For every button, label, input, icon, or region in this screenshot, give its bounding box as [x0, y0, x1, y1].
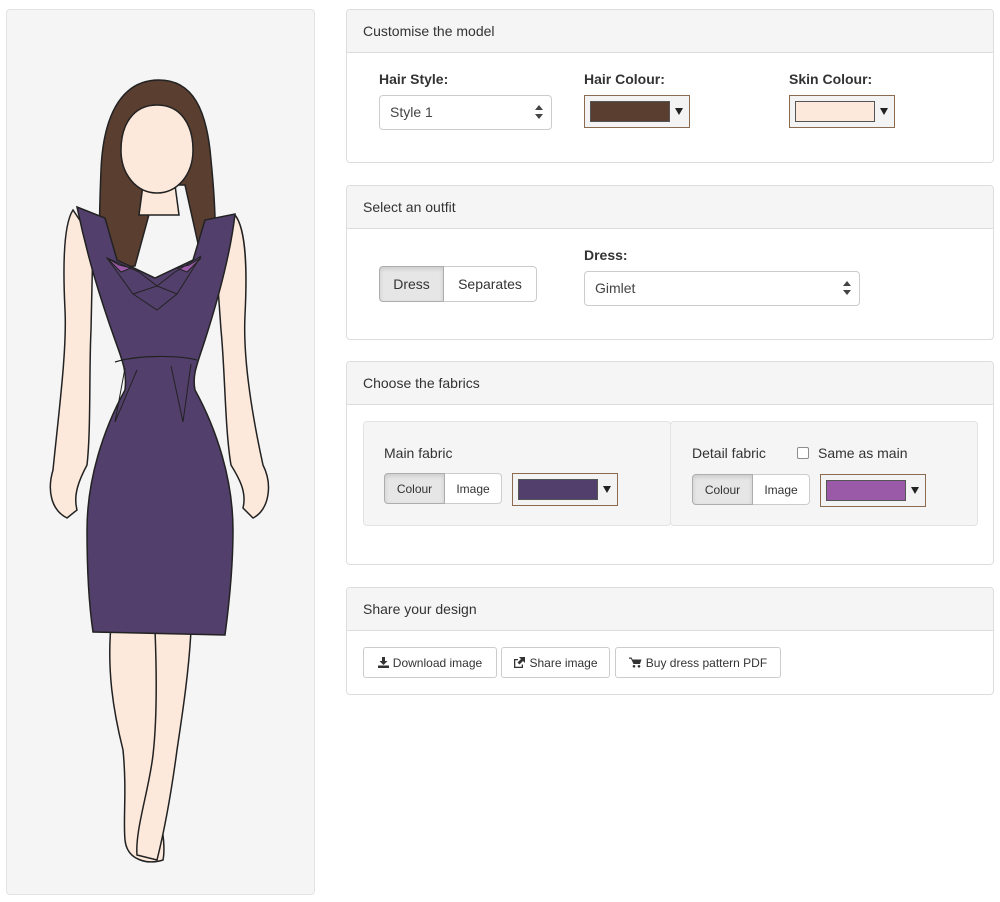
- main-fabric-well: Main fabric Colour Image: [363, 421, 671, 526]
- caret-down-icon: [880, 108, 888, 115]
- caret-down-icon: [675, 108, 683, 115]
- detail-fabric-toggle: Colour Image: [692, 474, 810, 505]
- dress-body: [75, 205, 236, 636]
- detail-fabric-colour-picker[interactable]: [820, 474, 926, 507]
- choose-fabrics-panel: Choose the fabrics Main fabric Colour Im…: [346, 361, 994, 565]
- panel-title: Select an outfit: [347, 186, 993, 229]
- detail-tab-colour[interactable]: Colour: [692, 474, 753, 505]
- outfit-type-toggle: Dress Separates: [379, 266, 537, 302]
- download-image-button[interactable]: Download image: [363, 647, 497, 678]
- download-image-label: Download image: [392, 655, 483, 670]
- hair-style-select[interactable]: Style 1: [379, 95, 552, 130]
- main-fabric-title: Main fabric: [384, 445, 453, 461]
- hair-style-label: Hair Style:: [379, 71, 449, 87]
- caret-down-icon: [911, 487, 919, 494]
- shopping-cart-icon: [628, 657, 642, 668]
- share-icon: [514, 657, 526, 668]
- buy-pattern-label: Buy dress pattern PDF: [645, 655, 768, 670]
- select-arrows-icon: [535, 105, 543, 119]
- share-image-button[interactable]: Share image: [501, 647, 610, 678]
- share-image-label: Share image: [529, 655, 598, 670]
- main-tab-colour[interactable]: Colour: [384, 473, 445, 504]
- select-arrows-icon: [843, 281, 851, 295]
- tab-separates[interactable]: Separates: [444, 266, 537, 302]
- skin-colour-swatch: [795, 101, 875, 122]
- detail-fabric-well: Detail fabric Same as main Colour Image: [670, 421, 978, 526]
- customise-model-panel: Customise the model Hair Style: Style 1 …: [346, 9, 994, 163]
- panel-title: Choose the fabrics: [347, 362, 993, 405]
- model-preview: [6, 9, 315, 895]
- checkbox-box[interactable]: [797, 447, 809, 459]
- hair-colour-swatch: [590, 101, 670, 122]
- hair-colour-label: Hair Colour:: [584, 71, 665, 87]
- download-icon: [377, 657, 389, 668]
- dress-value: Gimlet: [595, 280, 636, 296]
- tab-dress[interactable]: Dress: [379, 266, 444, 302]
- detail-tab-image[interactable]: Image: [753, 474, 810, 505]
- main-tab-image[interactable]: Image: [445, 473, 502, 504]
- dress-label: Dress:: [584, 247, 628, 263]
- model-figure: [49, 79, 270, 863]
- skin-colour-picker[interactable]: [789, 95, 895, 128]
- detail-fabric-title: Detail fabric: [692, 445, 766, 461]
- main-fabric-swatch: [518, 479, 598, 500]
- hair-colour-picker[interactable]: [584, 95, 690, 128]
- face: [120, 104, 194, 194]
- main-fabric-toggle: Colour Image: [384, 473, 502, 504]
- caret-down-icon: [603, 486, 611, 493]
- buy-pattern-button[interactable]: Buy dress pattern PDF: [615, 647, 781, 678]
- detail-fabric-swatch: [826, 480, 906, 501]
- same-as-main-checkbox[interactable]: Same as main: [797, 445, 907, 461]
- share-design-panel: Share your design Download image Share i…: [346, 587, 994, 695]
- same-as-main-label: Same as main: [818, 445, 908, 461]
- panel-title: Share your design: [347, 588, 993, 631]
- left-arm: [49, 208, 94, 519]
- skin-colour-label: Skin Colour:: [789, 71, 873, 87]
- hair-style-value: Style 1: [390, 104, 433, 120]
- select-outfit-panel: Select an outfit Dress Separates Dress: …: [346, 185, 994, 340]
- main-fabric-colour-picker[interactable]: [512, 473, 618, 506]
- dress-select[interactable]: Gimlet: [584, 271, 860, 306]
- panel-title: Customise the model: [347, 10, 993, 53]
